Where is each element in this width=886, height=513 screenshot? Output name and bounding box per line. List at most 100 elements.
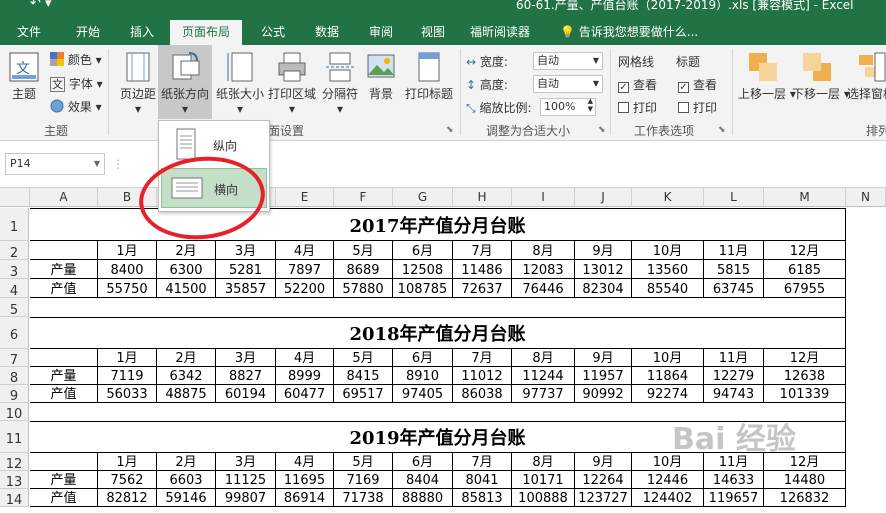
table-cell[interactable]: 99807 (216, 489, 276, 507)
table-cell[interactable]: 52200 (276, 279, 334, 298)
headings-view-checkbox[interactable]: ✓ 查看 (678, 76, 717, 93)
month-header-cell[interactable]: 5月 (334, 453, 393, 471)
row-header[interactable]: 3 (0, 260, 29, 280)
table-cell[interactable]: 14633 (704, 471, 764, 489)
tab-formulas[interactable]: 公式 (250, 20, 296, 45)
column-header[interactable]: H (453, 188, 512, 207)
tab-view[interactable]: 视图 (410, 20, 456, 45)
table-cell[interactable]: 86914 (276, 489, 334, 507)
size-button[interactable]: 纸张大小 ▾ (214, 51, 266, 116)
table-cell[interactable]: 86038 (453, 385, 512, 403)
empty-row[interactable] (30, 298, 846, 317)
table-cell[interactable]: 8999 (276, 367, 334, 385)
table-cell[interactable]: 94743 (704, 385, 764, 403)
table-cell[interactable]: 8415 (334, 367, 393, 385)
row-header[interactable]: 11 (0, 421, 29, 453)
table-cell[interactable]: 6300 (157, 260, 216, 279)
column-header[interactable]: G (393, 188, 453, 207)
row-label-cell[interactable]: 产量 (30, 260, 98, 279)
row-label-cell[interactable]: 产值 (30, 489, 98, 507)
month-header-cell[interactable]: 3月 (216, 453, 276, 471)
table-cell[interactable]: 8404 (393, 471, 453, 489)
table-cell[interactable]: 7562 (98, 471, 157, 489)
table-cell[interactable]: 11244 (512, 367, 575, 385)
month-header-cell[interactable]: 7月 (453, 453, 512, 471)
table-cell[interactable]: 97405 (393, 385, 453, 403)
month-header-cell[interactable]: 9月 (575, 453, 632, 471)
table-cell[interactable]: 8910 (393, 367, 453, 385)
gridlines-print-checkbox[interactable]: 打印 (618, 99, 657, 116)
table-cell[interactable]: 13012 (575, 260, 632, 279)
width-select[interactable]: 自动 ▼ (533, 52, 603, 70)
gridlines-view-checkbox[interactable]: ✓ 查看 (618, 76, 657, 93)
table-cell[interactable]: 57880 (334, 279, 393, 298)
table-cell[interactable]: 67955 (764, 279, 846, 298)
table-cell[interactable]: 11957 (575, 367, 632, 385)
row-header[interactable]: 7 (0, 349, 29, 368)
table-cell[interactable]: 82304 (575, 279, 632, 298)
table-cell[interactable] (30, 349, 98, 367)
print-titles-button[interactable]: 打印标题 (402, 51, 456, 102)
table-cell[interactable]: 88880 (393, 489, 453, 507)
tab-review[interactable]: 审阅 (358, 20, 404, 45)
month-header-cell[interactable]: 6月 (393, 349, 453, 367)
table-cell[interactable]: 12638 (764, 367, 846, 385)
bring-forward-button[interactable]: 上移一层 ▾ (738, 51, 796, 102)
row-header[interactable]: 4 (0, 279, 29, 299)
table-cell[interactable]: 101339 (764, 385, 846, 403)
table-cell[interactable]: 11486 (453, 260, 512, 279)
tab-insert[interactable]: 插入 (118, 20, 166, 45)
table-cell[interactable]: 72637 (453, 279, 512, 298)
table-cell[interactable]: 90992 (575, 385, 632, 403)
column-header[interactable]: J (575, 188, 632, 207)
table-cell[interactable]: 71738 (334, 489, 393, 507)
month-header-cell[interactable]: 6月 (393, 453, 453, 471)
table-cell[interactable]: 60477 (276, 385, 334, 403)
month-header-cell[interactable]: 4月 (276, 241, 334, 260)
month-header-cell[interactable]: 1月 (98, 453, 157, 471)
column-header[interactable]: E (276, 188, 334, 207)
month-header-cell[interactable]: 10月 (632, 349, 704, 367)
page-setup-launcher-icon[interactable]: ⬊ (446, 125, 454, 135)
table-cell[interactable]: 8689 (334, 260, 393, 279)
sheet-options-launcher-icon[interactable]: ⬊ (718, 125, 726, 135)
month-header-cell[interactable]: 8月 (512, 453, 575, 471)
month-header-cell[interactable]: 7月 (453, 241, 512, 260)
table-cell[interactable]: 59146 (157, 489, 216, 507)
table-cell[interactable]: 10171 (512, 471, 575, 489)
month-header-cell[interactable]: 9月 (575, 241, 632, 260)
table-cell[interactable]: 12508 (393, 260, 453, 279)
column-header[interactable]: A (30, 188, 98, 207)
table-cell[interactable]: 124402 (632, 489, 704, 507)
month-header-cell[interactable]: 5月 (334, 349, 393, 367)
table-cell[interactable]: 85813 (453, 489, 512, 507)
table-cell[interactable]: 69517 (334, 385, 393, 403)
selection-pane-button[interactable]: 选择窗格 (846, 51, 886, 102)
table-cell[interactable]: 7119 (98, 367, 157, 385)
headings-print-checkbox[interactable]: 打印 (678, 99, 717, 116)
tab-file[interactable]: 文件 (6, 20, 52, 45)
month-header-cell[interactable]: 8月 (512, 349, 575, 367)
month-header-cell[interactable]: 3月 (216, 349, 276, 367)
colors-button[interactable]: 颜色 ▾ (50, 51, 102, 68)
tab-home[interactable]: 开始 (64, 20, 112, 45)
tab-data[interactable]: 数据 (304, 20, 350, 45)
table-cell[interactable]: 12279 (704, 367, 764, 385)
table-cell[interactable]: 7897 (276, 260, 334, 279)
print-area-button[interactable]: 打印区域 ▾ (266, 51, 318, 116)
row-label-cell[interactable]: 产值 (30, 385, 98, 403)
month-header-cell[interactable]: 4月 (276, 453, 334, 471)
column-header[interactable]: F (334, 188, 393, 207)
column-header[interactable]: L (704, 188, 764, 207)
table-cell[interactable]: 85540 (632, 279, 704, 298)
sheet-title-cell[interactable]: 2018年产值分月台账 (30, 317, 846, 349)
month-header-cell[interactable]: 5月 (334, 241, 393, 260)
row-header[interactable]: 13 (0, 471, 29, 490)
row-header[interactable]: 5 (0, 298, 29, 318)
breaks-button[interactable]: 分隔符 ▾ (318, 51, 362, 116)
table-cell[interactable] (30, 241, 98, 260)
table-cell[interactable]: 11012 (453, 367, 512, 385)
month-header-cell[interactable]: 2月 (157, 241, 216, 260)
table-cell[interactable]: 6185 (764, 260, 846, 279)
month-header-cell[interactable]: 4月 (276, 349, 334, 367)
